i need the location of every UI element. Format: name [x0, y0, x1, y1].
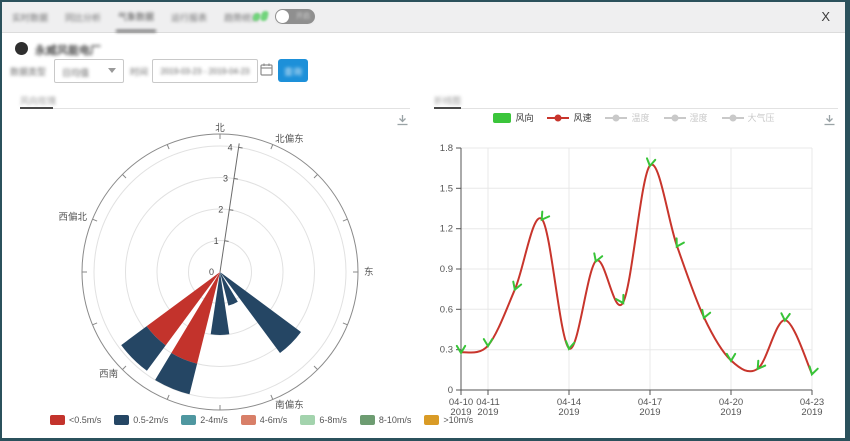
legend-item-温度[interactable]: 温度 [605, 111, 649, 124]
time-label: 时间 [130, 65, 148, 78]
legend-label: 风向 [515, 111, 533, 124]
svg-text:0: 0 [209, 267, 214, 277]
legend-swatch [360, 415, 375, 425]
legend-swatch [241, 415, 256, 425]
svg-text:1.8: 1.8 [440, 143, 453, 154]
legend-bin-label: <0.5m/s [69, 415, 101, 425]
svg-text:2019: 2019 [720, 407, 741, 418]
data-type-value: 日均值 [62, 66, 89, 79]
legend-bin-label: 2-4m/s [200, 415, 228, 425]
calendar-icon[interactable] [260, 63, 273, 81]
toggle-label: 开启 [296, 11, 310, 21]
data-type-label: 数据类型 [10, 65, 46, 78]
svg-text:0.9: 0.9 [440, 264, 453, 275]
legend-bin-4-6m/s[interactable]: 4-6m/s [241, 415, 288, 425]
svg-text:3: 3 [223, 174, 228, 184]
legend-bin-0.5-2m/s[interactable]: 0.5-2m/s [114, 415, 168, 425]
svg-text:1.5: 1.5 [440, 183, 453, 194]
svg-text:北: 北 [215, 123, 225, 134]
svg-text:2019: 2019 [558, 407, 579, 418]
right-divider-active [434, 107, 461, 109]
legend-label: 湿度 [690, 111, 708, 124]
wind-speed-line-chart: 00.30.60.91.21.51.804-10201904-11201904-… [434, 138, 846, 420]
svg-text:0.6: 0.6 [440, 304, 453, 315]
legend-label: 大气压 [748, 111, 775, 124]
legend-swatch [181, 415, 196, 425]
legend-line-icon [605, 113, 627, 123]
close-button[interactable]: X [821, 8, 830, 25]
legend-item-风速[interactable]: 风速 [547, 111, 591, 124]
svg-text:0.3: 0.3 [440, 345, 453, 356]
svg-text:西偏北: 西偏北 [58, 211, 87, 223]
svg-text:北偏东: 北偏东 [275, 133, 304, 145]
legend-line-icon [722, 113, 744, 123]
legend-line-icon [664, 113, 686, 123]
legend-bin-2-4m/s[interactable]: 2-4m/s [181, 415, 228, 425]
nav-tab-3-active[interactable]: 气象数据 [116, 2, 156, 32]
station-title: 永威风能电厂 [35, 42, 101, 58]
legend-rect-icon [493, 113, 511, 123]
line-chart-legend: 风向 风速 温度 湿度 大气压 [432, 111, 836, 124]
svg-text:2019: 2019 [477, 407, 498, 418]
signal-icon [253, 11, 269, 23]
legend-bin-label: 8-10m/s [379, 415, 412, 425]
toggle-knob [276, 10, 289, 23]
legend-swatch [50, 415, 65, 425]
svg-text:2: 2 [218, 205, 223, 215]
nav-tab-1[interactable]: 实时数据 [10, 3, 50, 31]
download-icon[interactable] [822, 113, 837, 133]
svg-text:南偏东: 南偏东 [275, 399, 304, 411]
legend-bin-6-8m/s[interactable]: 6-8m/s [300, 415, 347, 425]
data-type-select[interactable]: 日均值 [54, 59, 124, 83]
legend-swatch [114, 415, 129, 425]
legend-item-湿度[interactable]: 湿度 [664, 111, 708, 124]
date-range-value: 2019-03-23 - 2019-04-23 [153, 67, 257, 76]
top-navbar: 实时数据 同比分析 气象数据 运行报表 趋势统计 数据分析 开启 X [2, 2, 845, 33]
svg-text:西南: 西南 [99, 368, 118, 380]
display-toggle[interactable]: 开启 [275, 9, 315, 24]
toggle-group: 开启 [253, 9, 315, 24]
legend-item-大气压[interactable]: 大气压 [722, 111, 775, 124]
legend-line-icon [547, 113, 569, 123]
legend-bin-<0.5m/s[interactable]: <0.5m/s [50, 415, 101, 425]
svg-text:0: 0 [448, 385, 453, 396]
wind-rose-chart: 0 1 2 3 4北北偏东东南偏东 西南 西偏北 [15, 112, 419, 414]
search-button[interactable]: 查询 [278, 59, 308, 82]
station-icon [15, 42, 28, 55]
wind-speed-bins-legend: <0.5m/s 0.5-2m/s 2-4m/s 4-6m/s 6-8m/s 8-10m/s… [50, 415, 486, 425]
wind-rose-title: 风向玫瑰 [20, 94, 56, 107]
legend-label: 风速 [573, 111, 591, 124]
nav-tab-4[interactable]: 运行报表 [169, 3, 209, 31]
svg-text:2019: 2019 [801, 407, 822, 418]
legend-bin-8-10m/s[interactable]: 8-10m/s [360, 415, 412, 425]
svg-text:2019: 2019 [450, 407, 471, 418]
legend-bin-label: 4-6m/s [260, 415, 288, 425]
svg-text:4: 4 [228, 142, 233, 152]
legend-bin-label: 0.5-2m/s [133, 415, 168, 425]
date-range-input[interactable]: 2019-03-23 - 2019-04-23 [152, 59, 258, 83]
right-divider [434, 108, 838, 109]
line-chart-title: 折线图 [434, 94, 461, 107]
legend-bin-label: 6-8m/s [319, 415, 347, 425]
weather-data-dialog: 实时数据 同比分析 气象数据 运行报表 趋势统计 数据分析 开启 X 永威风能电… [2, 2, 845, 438]
search-button-label: 查询 [278, 65, 308, 78]
svg-text:1: 1 [214, 236, 219, 246]
svg-text:2019: 2019 [639, 407, 660, 418]
chevron-down-icon [108, 68, 116, 73]
svg-text:东: 东 [364, 266, 374, 278]
left-divider-active [20, 107, 53, 109]
legend-label: 温度 [631, 111, 649, 124]
svg-text:1.2: 1.2 [440, 224, 453, 235]
left-divider [20, 108, 410, 109]
nav-tab-2[interactable]: 同比分析 [63, 3, 103, 31]
legend-item-风向[interactable]: 风向 [493, 111, 533, 124]
legend-swatch [300, 415, 315, 425]
